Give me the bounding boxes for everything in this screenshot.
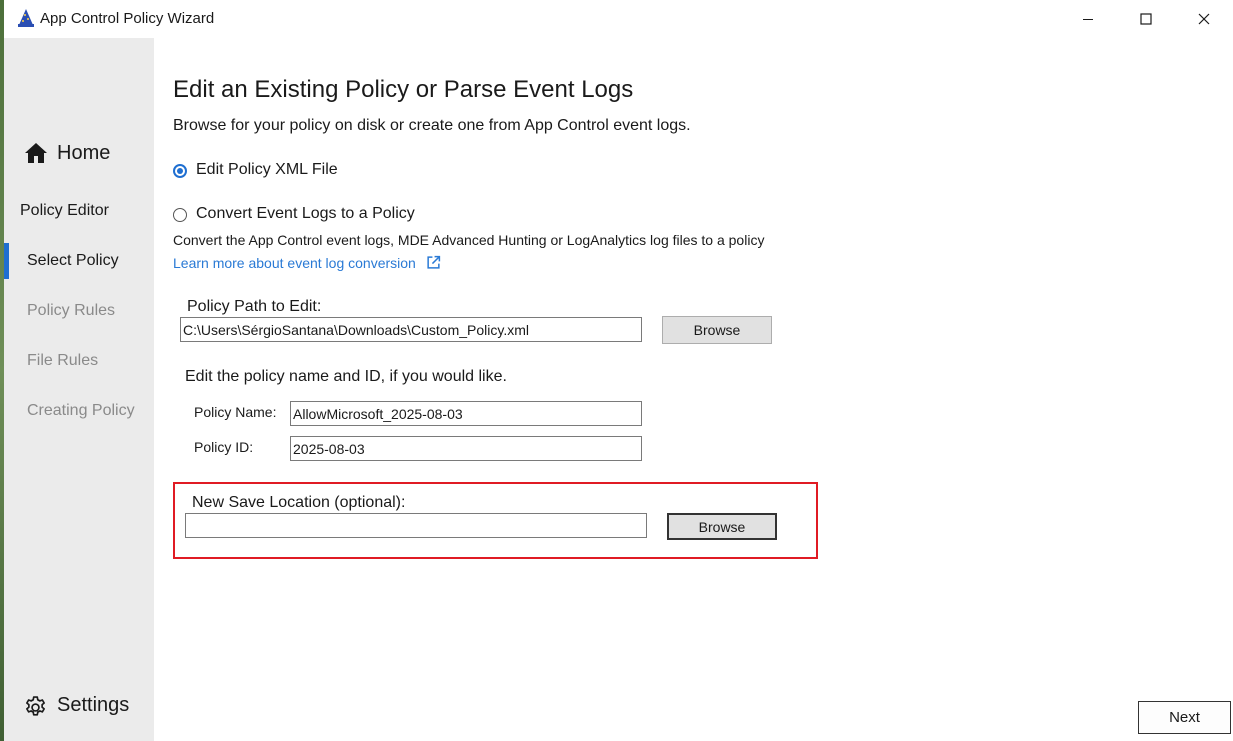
sidebar-item-creating-policy[interactable]: Creating Policy [27,402,135,420]
sidebar: Home Policy Editor Select Policy Policy … [4,38,154,741]
title-bar: App Control Policy Wizard [4,0,1233,38]
learn-more-link-text[interactable]: Learn more about event log conversion [173,255,416,271]
minimize-button[interactable] [1059,0,1117,38]
convert-description: Convert the App Control event logs, MDE … [173,232,765,248]
maximize-button[interactable] [1117,0,1175,38]
home-icon [24,142,48,169]
policy-name-label: Policy Name: [194,404,277,420]
policy-id-input[interactable] [290,436,642,461]
radio-label-edit-policy: Edit Policy XML File [196,161,338,178]
policy-path-input[interactable] [180,317,642,342]
nav-section-policy-editor: Policy Editor [20,202,109,219]
gear-icon [23,695,48,725]
minimize-icon [1083,19,1093,20]
sidebar-item-select-policy[interactable]: Select Policy [27,252,119,270]
learn-more-link[interactable]: Learn more about event log conversion [173,255,441,271]
next-button[interactable]: Next [1138,701,1231,734]
external-link-icon [427,255,440,269]
policy-path-browse-button[interactable]: Browse [662,316,772,344]
home-label: Home [57,142,111,164]
close-icon [1198,13,1210,25]
policy-id-label: Policy ID: [194,439,254,455]
close-button[interactable] [1175,0,1233,38]
settings-label: Settings [57,694,130,716]
maximize-icon [1140,13,1152,25]
save-location-input[interactable] [185,513,647,538]
page-title: Edit an Existing Policy or Parse Event L… [173,76,634,103]
page-subtitle: Browse for your policy on disk or create… [173,117,691,134]
policy-path-label: Policy Path to Edit: [187,298,322,315]
app-window: App Control Policy Wizard Home Policy Ed… [4,0,1233,741]
sidebar-item-policy-rules[interactable]: Policy Rules [27,302,115,320]
sidebar-item-file-rules[interactable]: File Rules [27,352,98,370]
active-nav-indicator [4,243,9,279]
save-location-label: New Save Location (optional): [192,494,406,511]
radio-button-checked[interactable] [173,164,187,178]
wizard-hat-icon [16,8,36,28]
save-location-browse-button[interactable]: Browse [667,513,777,540]
name-id-prompt: Edit the policy name and ID, if you woul… [185,368,507,385]
radio-label-convert-logs: Convert Event Logs to a Policy [196,205,415,222]
policy-name-input[interactable] [290,401,642,426]
window-title: App Control Policy Wizard [40,10,215,27]
radio-button-unchecked[interactable] [173,208,187,222]
